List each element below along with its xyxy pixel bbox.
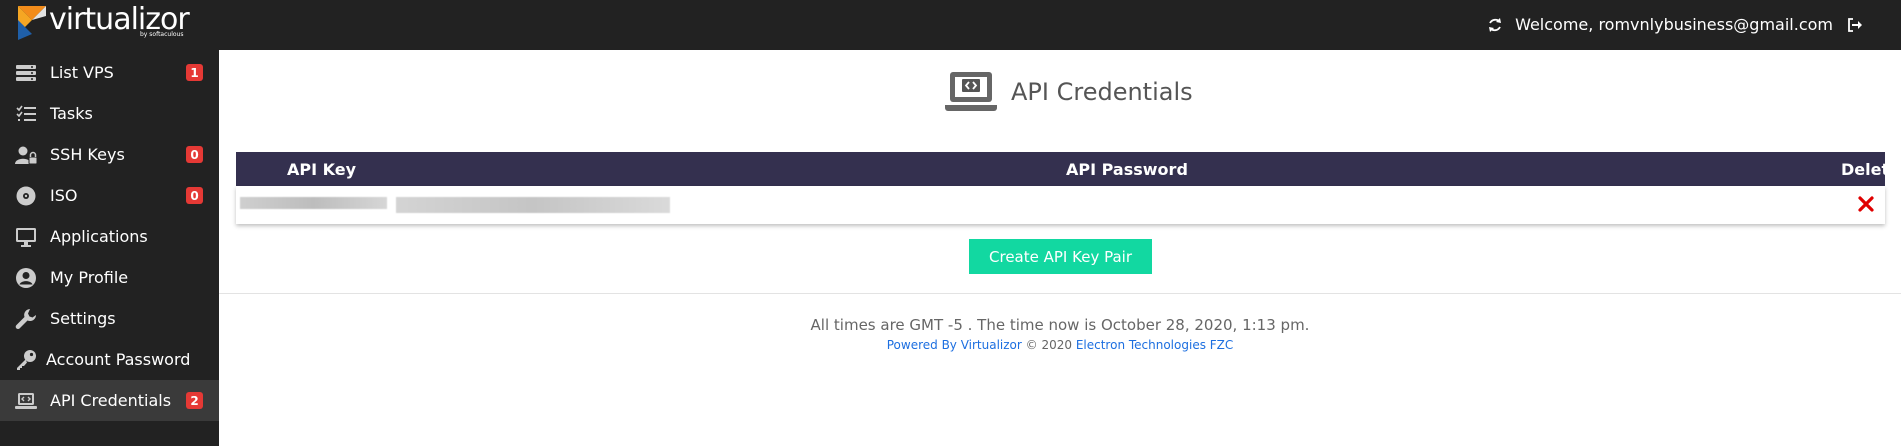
laptop-code-icon	[945, 72, 997, 111]
virtualizor-logo-icon	[18, 6, 46, 40]
sidebar-item-label: SSH Keys	[50, 145, 125, 164]
user-lock-icon	[14, 143, 38, 167]
sidebar-item-iso[interactable]: ISO 0	[0, 175, 219, 216]
main-content: API Credentials API Key API Password Del…	[219, 50, 1901, 446]
top-bar: virtualizor by softaculous Welcome, romv…	[0, 0, 1901, 50]
task-list-icon	[14, 102, 38, 126]
footer-credit: Powered By Virtualizor © 2020 Electron T…	[219, 338, 1901, 352]
delete-icon[interactable]	[1855, 193, 1877, 215]
sidebar-item-list-vps[interactable]: List VPS 1	[0, 52, 219, 93]
top-right-area: Welcome, romvnlybusiness@gmail.com	[1487, 15, 1863, 34]
sidebar-item-tasks[interactable]: Tasks	[0, 93, 219, 134]
logout-icon[interactable]	[1847, 17, 1863, 33]
sidebar-item-settings[interactable]: Settings	[0, 298, 219, 339]
monitor-icon	[14, 225, 38, 249]
sidebar-item-label: Tasks	[50, 104, 93, 123]
key-icon	[14, 348, 38, 372]
virtualizor-logo[interactable]: virtualizor	[18, 3, 190, 46]
divider	[219, 293, 1901, 294]
sidebar-item-label: My Profile	[50, 268, 129, 287]
sidebar: List VPS 1 Tasks SSH Keys 0 ISO 0 Applic…	[0, 50, 219, 446]
sidebar-item-ssh-keys[interactable]: SSH Keys 0	[0, 134, 219, 175]
count-badge: 2	[186, 392, 203, 409]
copyright-text: © 2020	[1021, 338, 1076, 352]
count-badge: 0	[186, 187, 203, 204]
sidebar-item-label: Settings	[50, 309, 116, 328]
api-credentials-table: API Key API Password Delete	[236, 152, 1900, 224]
user-circle-icon	[14, 266, 38, 290]
sidebar-item-applications[interactable]: Applications	[0, 216, 219, 257]
sidebar-item-label: Applications	[50, 227, 148, 246]
sidebar-item-account-password[interactable]: Account Password	[0, 339, 219, 380]
column-header-api-key: API Key	[287, 160, 357, 179]
brand-tagline: by softaculous	[140, 31, 184, 38]
redacted-api-key	[240, 197, 387, 209]
table-header: API Key API Password Delete	[236, 152, 1900, 186]
column-header-api-password: API Password	[1066, 160, 1188, 179]
sidebar-item-label: List VPS	[50, 63, 114, 82]
disc-icon	[14, 184, 38, 208]
refresh-icon[interactable]	[1487, 17, 1503, 33]
create-api-key-pair-button[interactable]: Create API Key Pair	[969, 239, 1152, 274]
company-link[interactable]: Electron Technologies FZC	[1076, 338, 1233, 352]
powered-by-link[interactable]: Powered By Virtualizor	[887, 338, 1022, 352]
sidebar-item-api-credentials[interactable]: API Credentials 2	[0, 380, 219, 421]
wrench-icon	[14, 307, 38, 331]
footer-time-text: All times are GMT -5 . The time now is O…	[810, 316, 1310, 334]
sidebar-item-label: Account Password	[46, 350, 191, 369]
welcome-text: Welcome, romvnlybusiness@gmail.com	[1515, 15, 1833, 34]
count-badge: 0	[186, 146, 203, 163]
server-list-icon	[14, 61, 38, 85]
sidebar-item-my-profile[interactable]: My Profile	[0, 257, 219, 298]
page-header: API Credentials	[945, 70, 1193, 114]
sidebar-item-label: ISO	[50, 186, 78, 205]
redacted-api-password	[396, 197, 670, 213]
laptop-code-icon	[14, 389, 38, 413]
sidebar-item-label: API Credentials	[50, 391, 172, 410]
count-badge: 1	[186, 64, 203, 81]
page-title: API Credentials	[1011, 78, 1193, 106]
column-header-delete: Delete	[1841, 160, 1900, 179]
table-row	[236, 186, 1885, 224]
